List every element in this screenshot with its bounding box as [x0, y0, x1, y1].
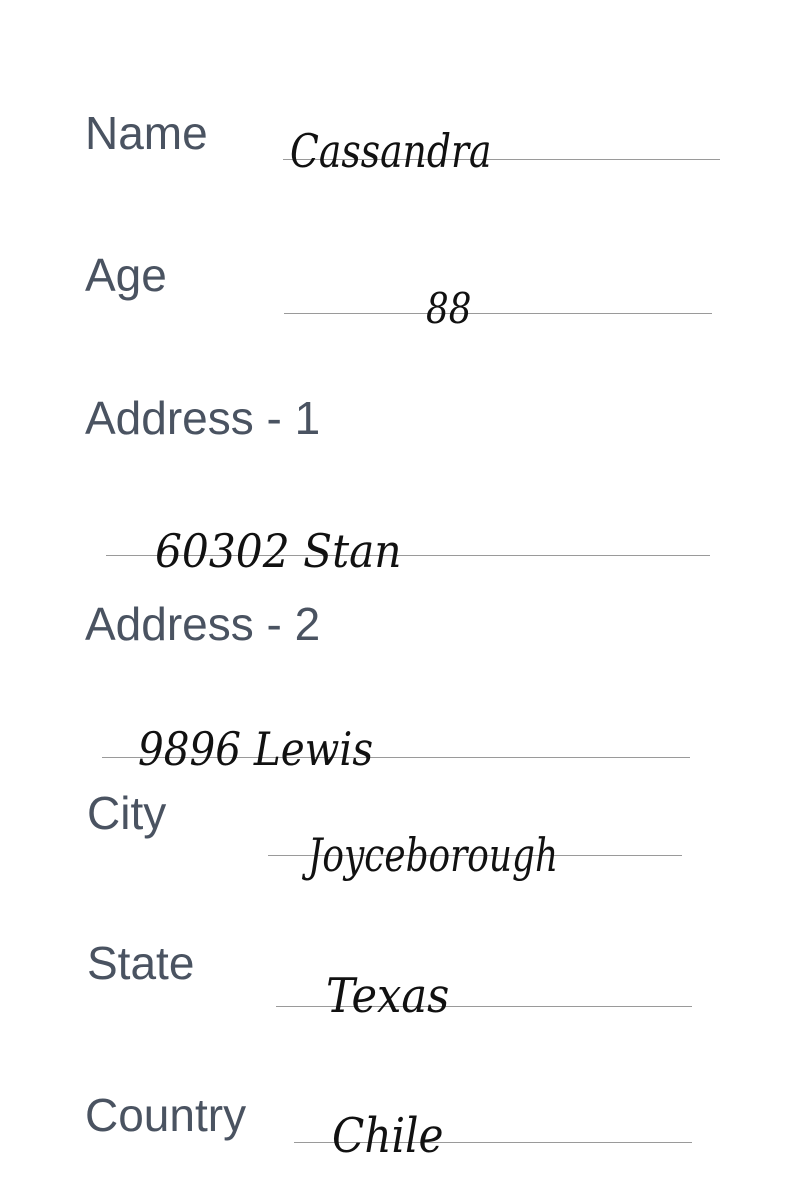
city-value: Joyceborough: [308, 828, 559, 882]
city-label: City: [87, 787, 167, 839]
address1-value: 60302 Stan: [155, 524, 402, 578]
address1-label: Address - 1: [85, 392, 321, 444]
state-label: State: [87, 937, 195, 989]
country-label: Country: [85, 1089, 247, 1141]
address2-value: 9896 Lewis: [138, 722, 374, 776]
name-label: Name: [85, 107, 208, 159]
country-value: Chile: [332, 1108, 444, 1164]
state-value: Texas: [326, 968, 450, 1024]
address2-label: Address - 2: [85, 598, 321, 650]
age-underline: [284, 313, 712, 314]
age-value: 88: [426, 284, 472, 333]
age-label: Age: [85, 249, 167, 301]
name-value: Cassandra: [290, 124, 492, 178]
